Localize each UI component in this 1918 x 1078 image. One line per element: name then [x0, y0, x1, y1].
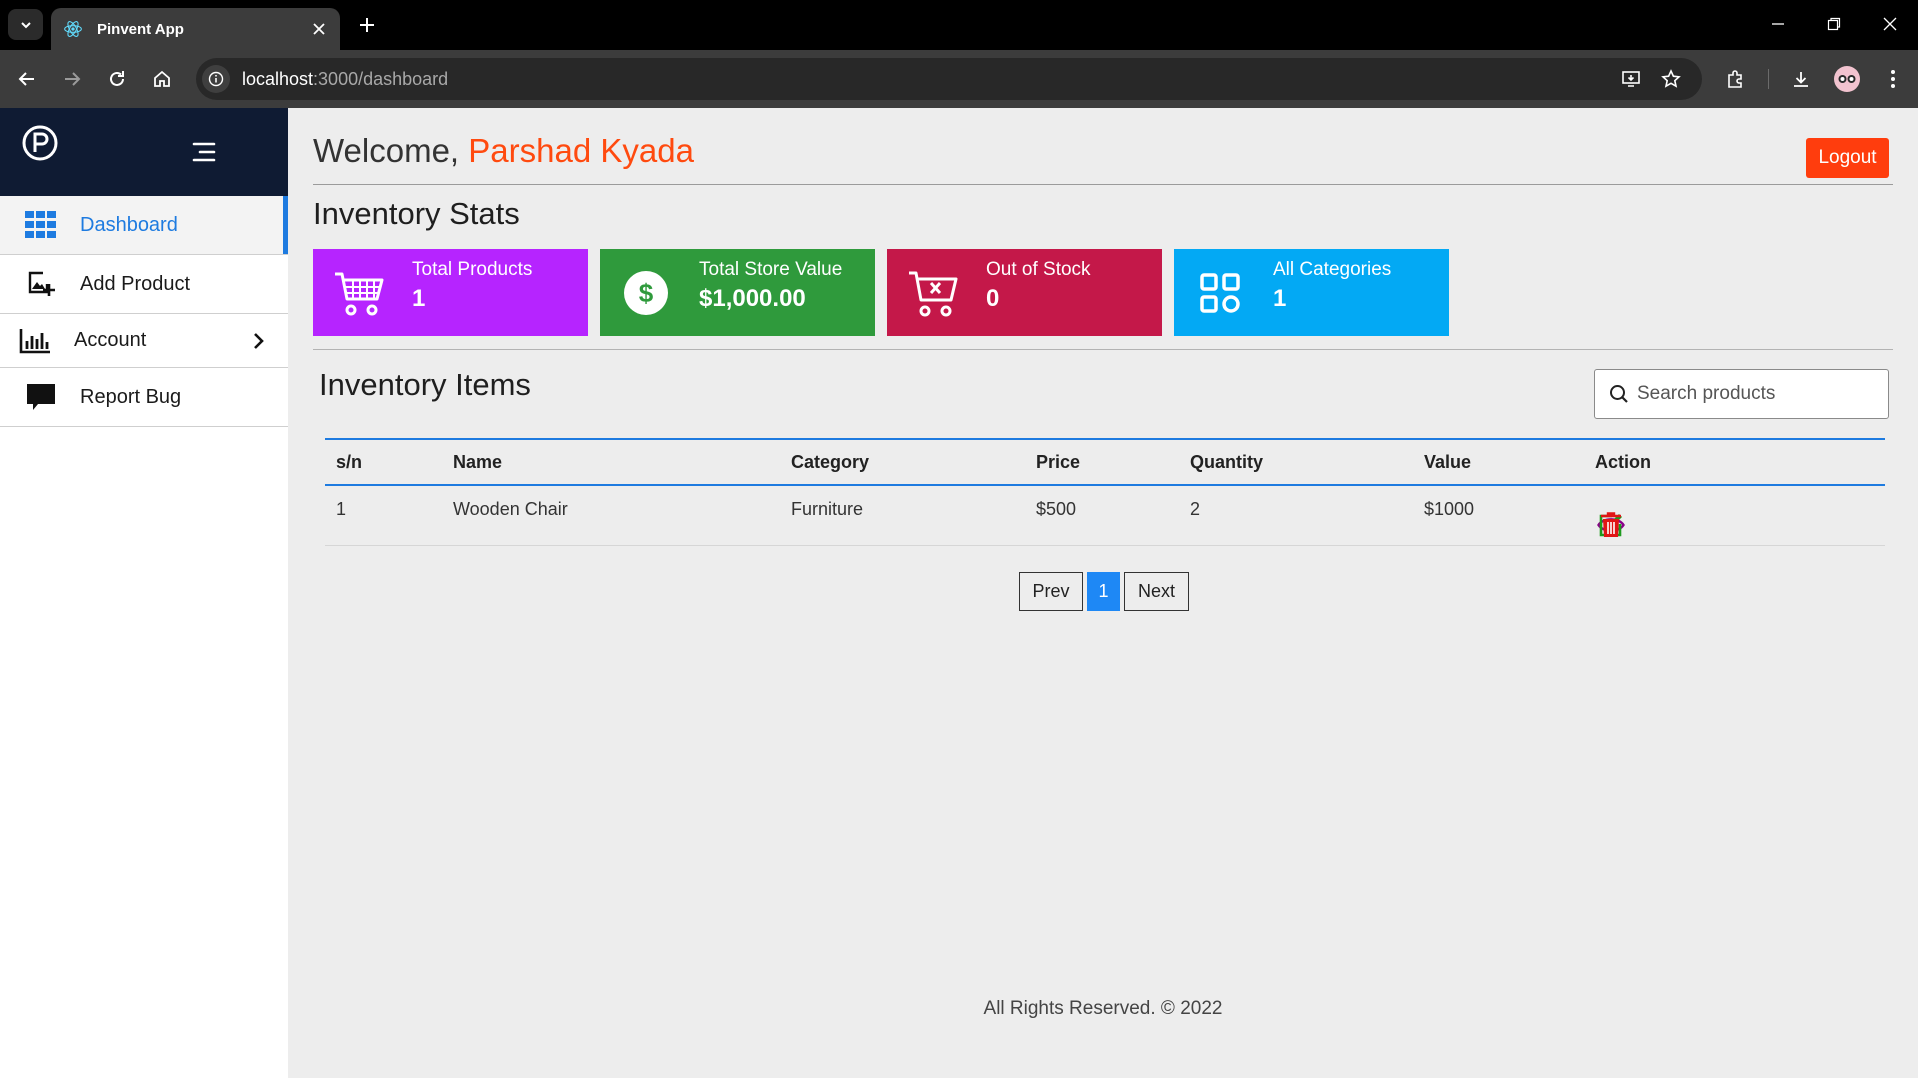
- search-box[interactable]: [1594, 369, 1889, 419]
- sidebar-item-add-product[interactable]: Add Product: [0, 255, 288, 314]
- welcome-heading: Welcome, Parshad Kyada: [313, 132, 694, 170]
- stat-label: Total Store Value: [699, 259, 843, 280]
- url-path: :3000/dashboard: [313, 68, 449, 89]
- forward-icon[interactable]: [55, 62, 89, 96]
- profile-avatar[interactable]: [1830, 62, 1864, 96]
- site-info-icon[interactable]: [202, 65, 230, 93]
- table-header: s/n Name Category Price Quantity Value A…: [325, 438, 1885, 486]
- sidebar-item-label: Report Bug: [80, 385, 182, 408]
- address-bar[interactable]: localhost:3000/dashboard: [196, 58, 1702, 100]
- page-1-button[interactable]: 1: [1087, 572, 1120, 611]
- search-icon: [1610, 385, 1628, 403]
- new-tab-icon[interactable]: [352, 10, 382, 40]
- prev-page-button[interactable]: Prev: [1019, 572, 1083, 611]
- extensions-icon[interactable]: [1718, 62, 1752, 96]
- reload-icon[interactable]: [100, 62, 134, 96]
- stat-label: Total Products: [412, 259, 533, 280]
- toolbar-divider: [1768, 69, 1769, 89]
- cart-remove-icon: [907, 267, 959, 319]
- bookmark-star-icon[interactable]: [1654, 62, 1688, 96]
- column-header-sn: s/n: [336, 452, 363, 472]
- column-header-action: Action: [1595, 452, 1651, 472]
- sidebar-item-dashboard[interactable]: Dashboard: [0, 196, 288, 255]
- dollar-icon: $: [620, 267, 672, 319]
- url-host: localhost: [242, 68, 314, 89]
- grid-icon: [24, 208, 58, 242]
- stat-value: $1,000.00: [699, 285, 806, 312]
- add-image-icon: [24, 267, 58, 301]
- cell-value: $1000: [1424, 499, 1475, 519]
- stat-label: All Categories: [1273, 259, 1392, 280]
- stat-card-total-store-value: $ Total Store Value $1,000.00: [600, 249, 875, 336]
- sidebar-item-report-bug[interactable]: Report Bug: [0, 368, 288, 427]
- sidebar-item-account[interactable]: Account: [0, 314, 288, 368]
- sidebar-item-label: Dashboard: [80, 213, 178, 236]
- menu-toggle-icon[interactable]: [190, 140, 218, 164]
- close-tab-icon[interactable]: [304, 14, 334, 44]
- cell-name: Wooden Chair: [453, 499, 568, 519]
- cell-sn: 1: [336, 499, 347, 519]
- column-header-value: Value: [1424, 452, 1472, 472]
- close-window-icon[interactable]: [1862, 7, 1918, 41]
- sidebar: Dashboard Add Product Account Report Bug: [0, 108, 288, 1078]
- brand-logo-icon[interactable]: [21, 124, 59, 162]
- sidebar-header: [0, 108, 288, 196]
- browser-toolbar: localhost:3000/dashboard: [0, 50, 1918, 108]
- sidebar-item-label: Add Product: [80, 272, 191, 295]
- cell-quantity: 2: [1190, 499, 1201, 519]
- user-name: Parshad Kyada: [468, 132, 694, 169]
- delete-trash-icon[interactable]: [1597, 511, 1625, 539]
- minimize-icon[interactable]: [1750, 7, 1806, 41]
- more-menu-icon[interactable]: [1876, 62, 1910, 96]
- install-app-icon[interactable]: [1614, 62, 1648, 96]
- stat-value: 1: [1273, 285, 1287, 312]
- bar-chart-icon: [18, 324, 52, 358]
- footer-copyright: All Rights Reserved. © 2022: [983, 998, 1223, 1019]
- pagination: Prev 1 Next: [1019, 572, 1189, 611]
- main-content: Welcome, Parshad Kyada Logout Inventory …: [288, 108, 1918, 1078]
- restore-icon[interactable]: [1806, 7, 1862, 41]
- react-icon: [64, 21, 82, 37]
- categories-icon: [1194, 267, 1246, 319]
- column-header-category: Category: [791, 452, 870, 472]
- cart-icon: [333, 267, 385, 319]
- table-row: 1 Wooden Chair Furniture $500 2 $1000: [325, 486, 1885, 546]
- inventory-title: Inventory Items: [319, 367, 531, 402]
- welcome-text: Welcome,: [313, 132, 460, 169]
- stats-divider: [313, 349, 1893, 350]
- browser-tab-bar: Pinvent App: [0, 0, 1918, 50]
- cell-price: $500: [1036, 499, 1077, 519]
- download-icon[interactable]: [1784, 62, 1818, 96]
- inventory-table: s/n Name Category Price Quantity Value A…: [325, 438, 1885, 546]
- cell-category: Furniture: [791, 499, 864, 519]
- column-header-quantity: Quantity: [1190, 452, 1264, 472]
- column-header-name: Name: [453, 452, 503, 472]
- tab-search-button[interactable]: [8, 9, 43, 40]
- url-text: localhost:3000/dashboard: [242, 69, 448, 90]
- browser-tab[interactable]: Pinvent App: [51, 8, 340, 50]
- stat-card-total-products: Total Products 1: [313, 249, 588, 336]
- home-icon[interactable]: [145, 62, 179, 96]
- stat-card-out-of-stock: Out of Stock 0: [887, 249, 1162, 336]
- column-header-price: Price: [1036, 452, 1081, 472]
- chat-bubble-icon: [24, 380, 58, 414]
- stat-value: 1: [412, 285, 426, 312]
- stat-label: Out of Stock: [986, 259, 1091, 280]
- next-page-button[interactable]: Next: [1124, 572, 1189, 611]
- back-icon[interactable]: [10, 62, 44, 96]
- chevron-right-icon[interactable]: [248, 331, 268, 351]
- sidebar-item-label: Account: [74, 329, 147, 351]
- tab-title: Pinvent App: [97, 20, 184, 38]
- search-input[interactable]: [1637, 383, 1877, 405]
- stats-title: Inventory Stats: [313, 196, 520, 231]
- header-divider: [313, 184, 1893, 185]
- chevron-down-icon: [20, 21, 31, 28]
- stat-card-all-categories: All Categories 1: [1174, 249, 1449, 336]
- logout-button[interactable]: Logout: [1806, 138, 1889, 178]
- stat-value: 0: [986, 285, 1000, 312]
- svg-text:$: $: [639, 278, 654, 308]
